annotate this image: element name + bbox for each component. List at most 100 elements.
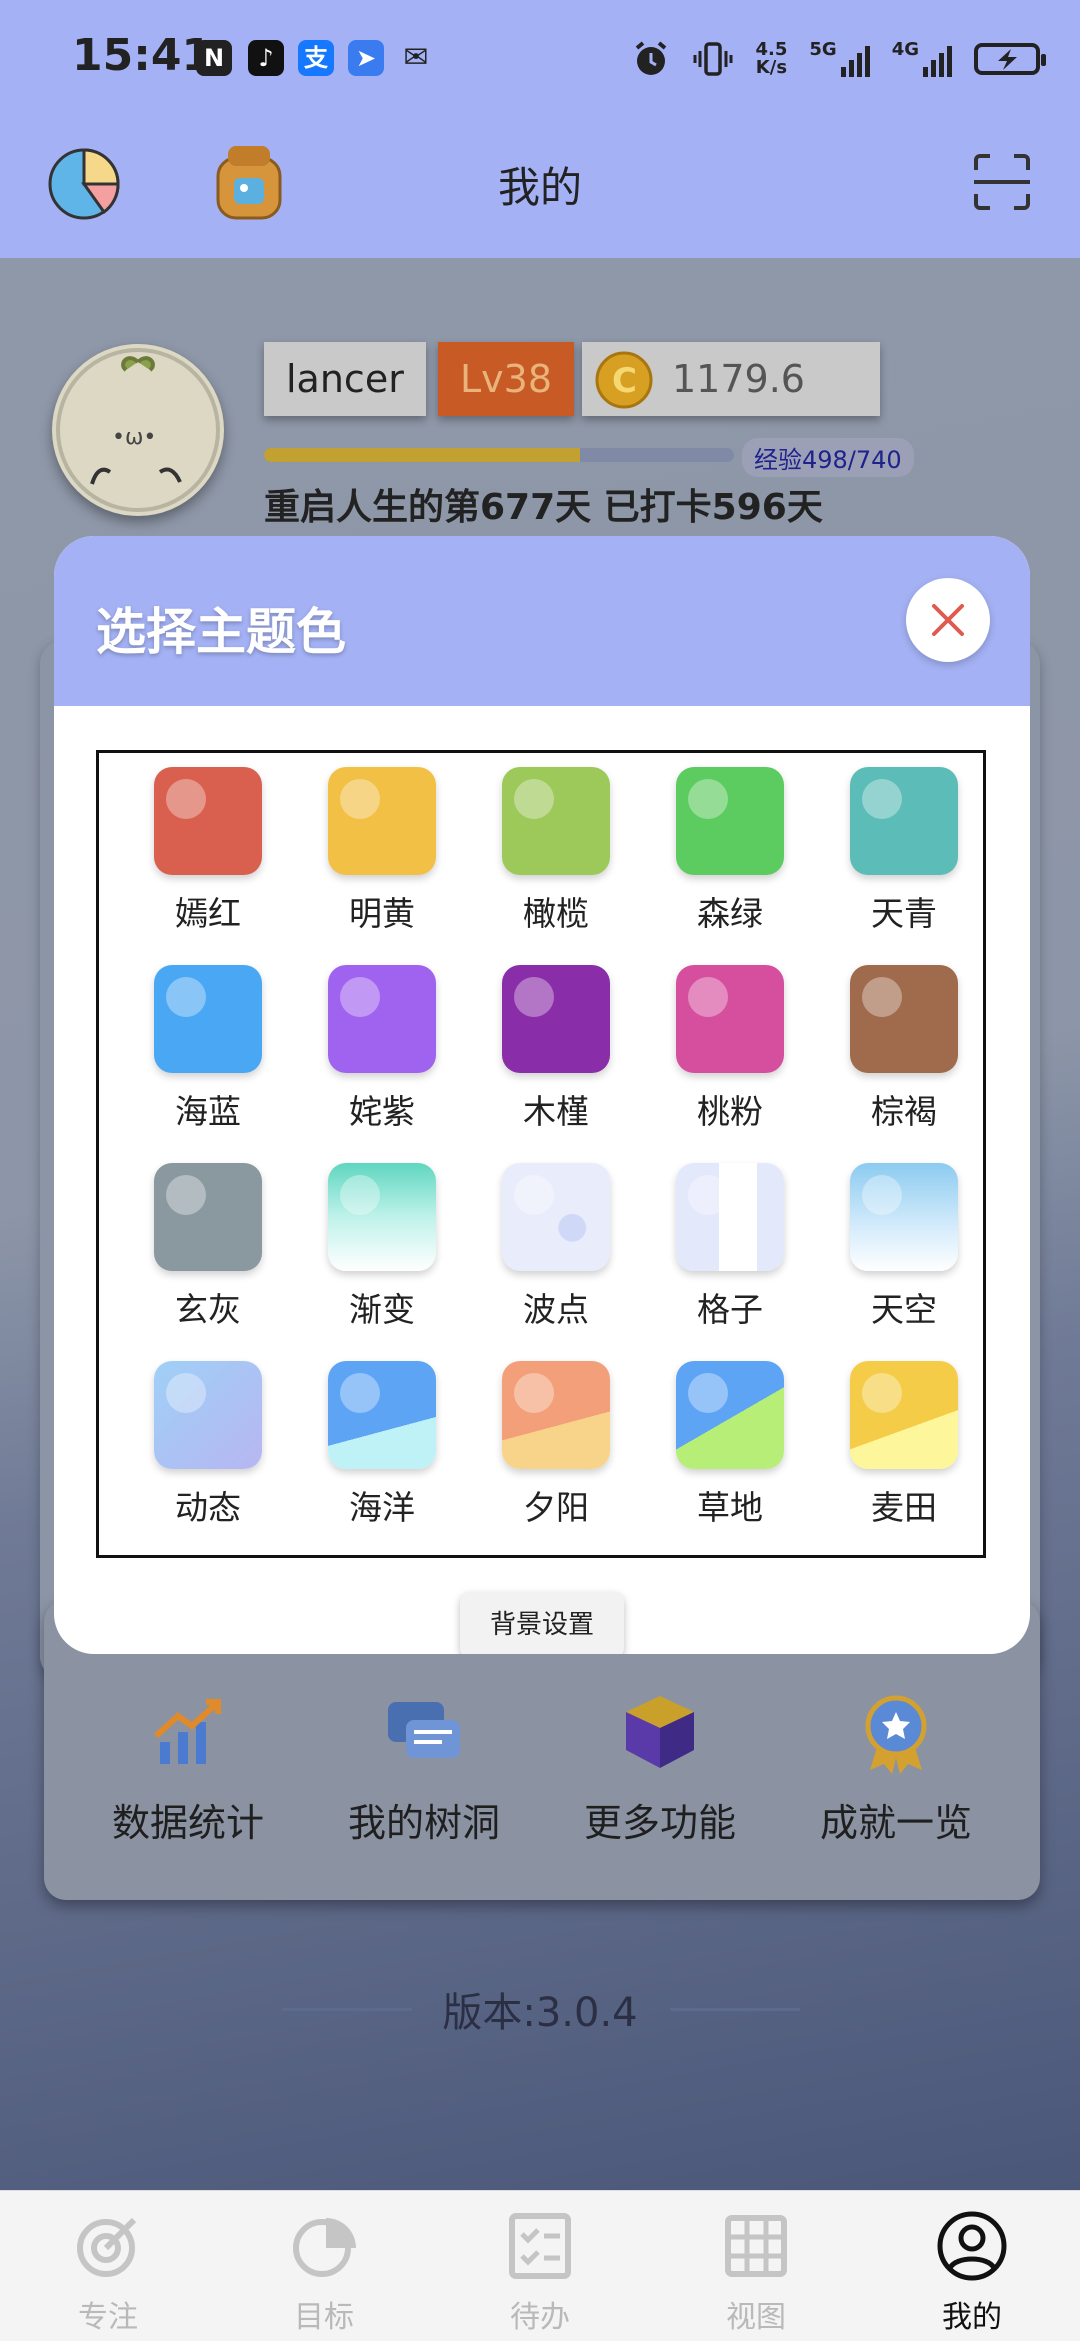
theme-color-square [502,1163,610,1271]
wechat-icon: ✉ [403,40,429,75]
theme-name: 格子 [697,1290,763,1329]
nav-focus[interactable]: 专注 [0,2210,216,2336]
theme-highlight-dot [340,1175,380,1215]
net-type-5g: 5G [809,39,837,60]
theme-color-square [154,1163,262,1271]
nav-todo[interactable]: 待办 [432,2210,648,2336]
chat-icon [388,1702,460,1758]
feature-achievements[interactable]: 成就一览 [796,1690,996,1847]
theme-name: 麦田 [871,1488,937,1527]
scan-icon[interactable] [972,152,1032,212]
status-indicators: 4.5 K/s 5G 4G [631,34,1046,84]
theme-color-square [154,1361,262,1469]
theme-swatch[interactable]: 动态 [121,1361,295,1529]
theme-highlight-dot [166,1175,206,1215]
net-type-4g: 4G [891,39,919,60]
net-speed: 4.5 K/s [755,41,787,77]
nav-view[interactable]: 视图 [648,2210,864,2336]
avatar[interactable]: •ω• [52,344,224,516]
feature-treehole[interactable]: 我的树洞 [324,1690,524,1847]
theme-swatch[interactable]: 橄榄 [469,767,643,935]
theme-color-square [676,1361,784,1469]
theme-swatch[interactable]: 夕阳 [469,1361,643,1529]
theme-highlight-dot [862,1373,902,1413]
background-settings-button[interactable]: 背景设置 [460,1592,624,1654]
cube-icon [626,1696,694,1768]
theme-name: 嫣红 [175,894,241,933]
theme-swatch[interactable]: 桃粉 [643,965,817,1133]
theme-swatch[interactable]: 森绿 [643,767,817,935]
theme-swatch[interactable]: 嫣红 [121,767,295,935]
theme-highlight-dot [862,779,902,819]
theme-highlight-dot [688,779,728,819]
pie-icon [293,2218,356,2277]
alarm-icon [636,41,667,75]
focus-icon [77,2217,137,2277]
theme-name: 棕褐 [871,1092,937,1131]
exp-progress-bar [264,448,734,462]
vibrate-icon [693,42,733,76]
theme-color-square [850,1163,958,1271]
theme-highlight-dot [862,977,902,1017]
medal-icon [865,1695,927,1774]
feature-more[interactable]: 更多功能 [560,1690,760,1847]
theme-name: 海洋 [349,1488,415,1527]
grid-icon [725,2215,787,2277]
theme-name: 姹紫 [349,1092,415,1131]
feature-label: 数据统计 [111,1801,264,1845]
theme-color-square [502,965,610,1073]
theme-swatch[interactable]: 姹紫 [295,965,469,1133]
theme-swatch[interactable]: 天空 [817,1163,983,1331]
version-divider-right [670,2008,800,2011]
theme-swatch[interactable]: 棕褐 [817,965,983,1133]
signal-icon [840,41,870,77]
theme-swatch[interactable]: 明黄 [295,767,469,935]
theme-swatch[interactable]: 渐变 [295,1163,469,1331]
theme-highlight-dot [688,1373,728,1413]
theme-color-square [154,965,262,1073]
nav-label: 我的 [942,2300,1002,2335]
theme-highlight-dot [166,779,206,819]
theme-grid: 嫣红 明黄 橄榄 森绿 天青海蓝 姹紫 木槿 桃粉 棕褐玄灰 渐变 波点 格子 天空动态 海洋 夕阳 草地 麦田 [96,750,986,1558]
theme-name: 天青 [871,894,937,933]
nav-profile[interactable]: 我的 [864,2210,1080,2336]
close-button[interactable] [906,578,990,662]
theme-highlight-dot [340,1373,380,1413]
page-title: 我的 [497,163,582,212]
theme-color-square [502,767,610,875]
theme-name: 动态 [175,1488,241,1527]
coin-badge[interactable]: C 1179.6 [582,342,880,416]
exp-text: 经验498/740 [742,438,914,477]
signal-4g: 4G [892,41,952,77]
theme-color-square [328,767,436,875]
theme-color-square [850,965,958,1073]
theme-color-square [154,767,262,875]
theme-swatch[interactable]: 波点 [469,1163,643,1331]
theme-swatch[interactable]: 草地 [643,1361,817,1529]
theme-swatch[interactable]: 木槿 [469,965,643,1133]
status-time: 15:41 [72,30,213,81]
checklist-icon [509,2213,571,2279]
coin-value: 1179.6 [672,357,805,401]
theme-swatch[interactable]: 海洋 [295,1361,469,1529]
nav-label: 目标 [294,2300,354,2335]
signal-icon [923,41,952,77]
theme-swatch[interactable]: 海蓝 [121,965,295,1133]
theme-swatch[interactable]: 天青 [817,767,983,935]
theme-swatch[interactable]: 玄灰 [121,1163,295,1331]
nav-goals[interactable]: 目标 [216,2210,432,2336]
theme-swatch[interactable]: 格子 [643,1163,817,1331]
theme-color-dialog: 选择主题色 嫣红 明黄 橄榄 森绿 天青 海蓝 姹紫 木槿 桃粉 棕褐 玄灰 渐变 波点 格子 天空 动态 海洋… [54,536,1030,1654]
theme-swatch[interactable]: 麦田 [817,1361,983,1529]
theme-highlight-dot [514,1373,554,1413]
nav-label: 专注 [78,2300,138,2335]
feature-stats[interactable]: 数据统计 [88,1690,288,1847]
nav-label: 视图 [726,2300,786,2335]
net-speed-unit: K/s [755,57,788,78]
nfc-icon: N [196,40,232,76]
theme-color-square [502,1361,610,1469]
theme-highlight-dot [688,1175,728,1215]
checkin-days-text: 重启人生的第677天 已打卡596天 [264,487,823,528]
theme-name: 桃粉 [697,1092,763,1131]
coin-icon: C [595,351,653,409]
